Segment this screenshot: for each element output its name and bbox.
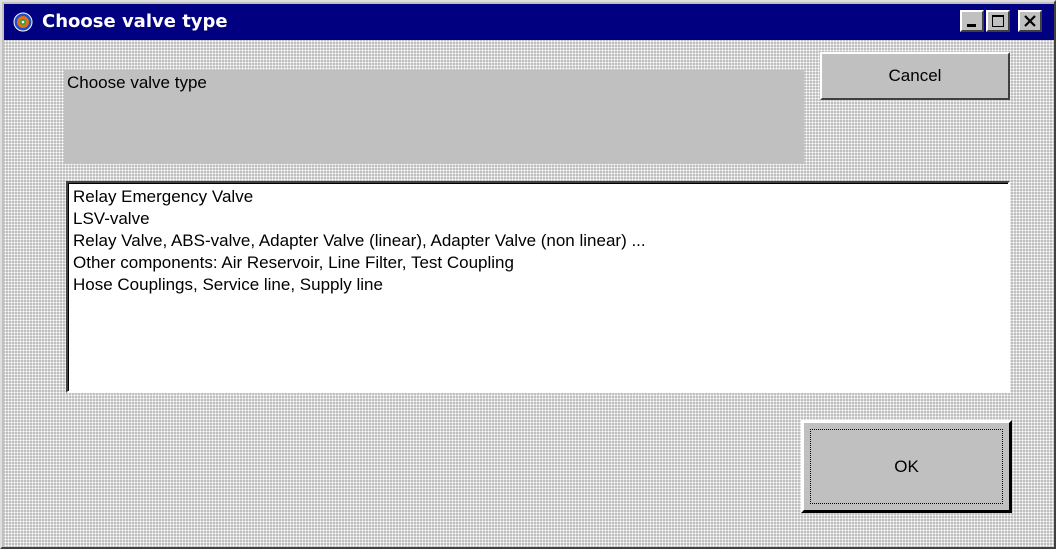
title-bar[interactable]: Choose valve type: [4, 4, 1054, 40]
list-item[interactable]: Hose Couplings, Service line, Supply lin…: [73, 274, 1008, 296]
prompt-panel: Choose valve type: [64, 70, 804, 164]
ok-button[interactable]: OK: [801, 420, 1012, 513]
ok-focus-rect: OK: [810, 429, 1003, 504]
close-button[interactable]: [1018, 10, 1042, 32]
close-icon: [1024, 15, 1036, 27]
minimize-icon: [967, 24, 976, 27]
ok-button-label: OK: [894, 456, 919, 476]
minimize-button[interactable]: [960, 10, 984, 32]
app-icon: [13, 12, 33, 32]
window-title: Choose valve type: [42, 11, 228, 32]
list-item[interactable]: Other components: Air Reservoir, Line Fi…: [73, 252, 1008, 274]
prompt-label: Choose valve type: [67, 73, 207, 92]
list-item[interactable]: LSV-valve: [73, 208, 1008, 230]
maximize-icon: [992, 15, 1004, 27]
valve-type-list[interactable]: Relay Emergency Valve LSV-valve Relay Va…: [66, 181, 1010, 393]
cancel-button[interactable]: Cancel: [820, 52, 1010, 100]
list-item[interactable]: Relay Valve, ABS-valve, Adapter Valve (l…: [73, 230, 1008, 252]
maximize-button[interactable]: [986, 10, 1010, 32]
list-item[interactable]: Relay Emergency Valve: [73, 186, 1008, 208]
dialog-body: Choose valve type Cancel Relay Emergency…: [4, 40, 1054, 547]
dialog-window: Choose valve type Choose valve type Canc…: [0, 0, 1056, 549]
